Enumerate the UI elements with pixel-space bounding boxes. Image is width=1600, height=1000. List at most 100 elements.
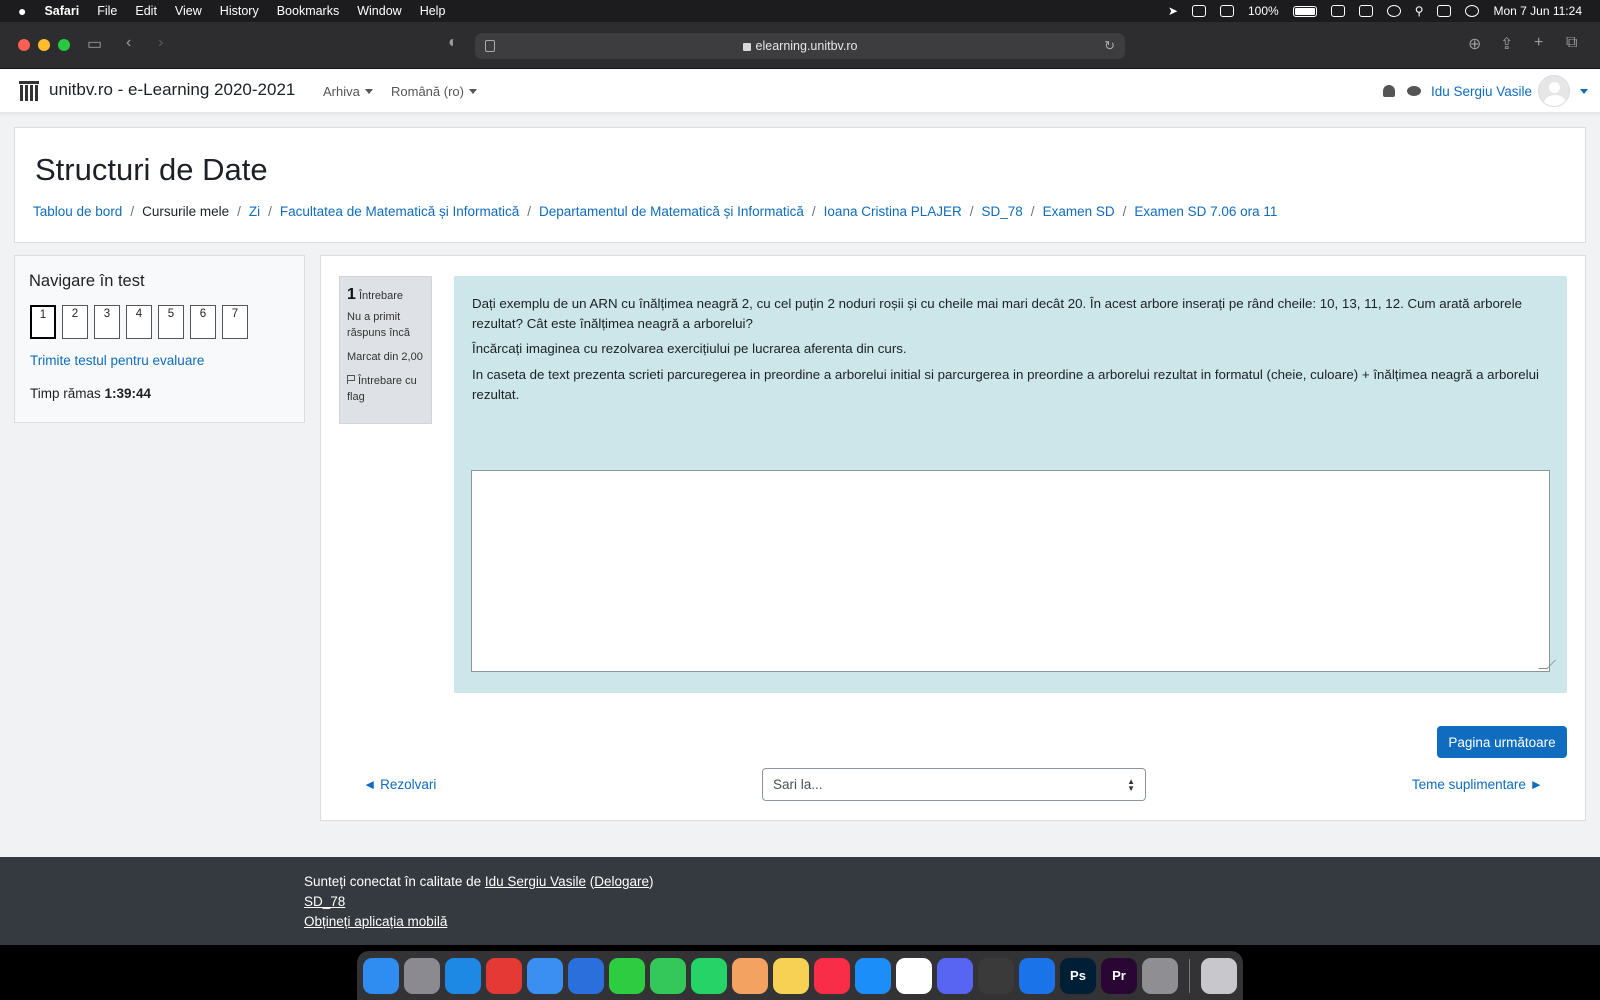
share-icon[interactable]: ⇪ — [1500, 34, 1513, 54]
breadcrumb-teacher[interactable]: Ioana Cristina PLAJER — [824, 204, 962, 219]
page-footer: Sunteți conectat în calitate de Idu Serg… — [0, 857, 1600, 945]
control-center-icon[interactable] — [1437, 5, 1452, 17]
settings-icon[interactable] — [1142, 957, 1178, 994]
question-nav-button[interactable]: 6 — [190, 305, 216, 339]
site-title[interactable]: unitbv.ro - e-Learning 2020-2021 — [49, 80, 295, 100]
photoshop-icon[interactable]: Ps — [1060, 957, 1096, 994]
launchpad-icon[interactable] — [404, 957, 440, 994]
answer-textarea[interactable] — [471, 470, 1550, 672]
messages-chat-icon[interactable] — [1406, 86, 1421, 96]
question-nav-button[interactable]: 5 — [158, 305, 184, 339]
screen-mirroring-icon[interactable] — [1358, 5, 1373, 17]
navigation-icon[interactable] — [568, 957, 604, 994]
question-nav-button[interactable]: 7 — [222, 305, 248, 339]
previous-activity-link[interactable]: ◄ Rezolvari — [363, 777, 436, 792]
discord-icon[interactable] — [937, 957, 973, 994]
privacy-shield-icon[interactable]: ◐ — [448, 34, 458, 52]
breadcrumb-dashboard[interactable]: Tablou de bord — [33, 204, 122, 219]
menu-app-name[interactable]: Safari — [44, 4, 79, 18]
sidebar-toggle-icon[interactable]: ▭ — [87, 34, 102, 54]
quiz-timer: Timp rămas 1:39:44 — [30, 386, 151, 401]
new-tab-icon[interactable]: + — [1534, 34, 1543, 52]
footer-course-link[interactable]: SD_78 — [304, 894, 345, 909]
notes-icon[interactable] — [773, 957, 809, 994]
breadcrumb: Tablou de bord / Cursurile mele / Zi / Facu… — [33, 204, 1278, 219]
question-nav-button[interactable]: 4 — [126, 305, 152, 339]
trash-icon[interactable] — [1201, 957, 1237, 994]
window-controls — [18, 39, 70, 51]
breadcrumb-course[interactable]: SD_78 — [982, 204, 1023, 219]
breadcrumb-quiz[interactable]: Examen SD 7.06 ora 11 — [1134, 204, 1277, 219]
finder-icon[interactable] — [363, 957, 399, 994]
messages-icon[interactable] — [650, 957, 686, 994]
layout-icon[interactable] — [1219, 5, 1234, 17]
user-menu-name[interactable]: Idu Sergiu Vasile — [1431, 84, 1532, 99]
sublime-icon[interactable] — [978, 957, 1014, 994]
xcode-icon[interactable] — [1019, 957, 1055, 994]
zoom-window-button[interactable] — [58, 39, 70, 51]
mail-icon[interactable] — [527, 957, 563, 994]
select-arrows-icon: ▲ ▼ — [1127, 777, 1135, 793]
next-activity-link[interactable]: Teme suplimentare ► — [1412, 777, 1543, 792]
question-nav-button[interactable]: 2 — [62, 305, 88, 339]
finish-attempt-link[interactable]: Trimite testul pentru evaluare — [30, 353, 204, 368]
flag-question-toggle[interactable]: Întrebare cu flag — [347, 374, 424, 406]
breadcrumb-faculty[interactable]: Facultatea de Matematică și Informatică — [280, 204, 519, 219]
mobile-app-link[interactable]: Obțineți aplicația mobilă — [304, 914, 447, 929]
user-switch-icon[interactable] — [1386, 5, 1401, 17]
menu-window[interactable]: Window — [357, 4, 401, 18]
battery-icon[interactable] — [1292, 5, 1317, 17]
menu-edit[interactable]: Edit — [135, 4, 157, 18]
music-icon[interactable] — [814, 957, 850, 994]
premiere-icon[interactable]: Pr — [1101, 957, 1137, 994]
appstore-icon[interactable] — [855, 957, 891, 994]
question-word: Întrebare — [358, 290, 403, 302]
location-icon[interactable]: ➤ — [1168, 4, 1178, 18]
quiz-main-region: 1 Întrebare Nu a primit răspuns încă Mar… — [320, 255, 1586, 821]
address-bar[interactable]: elearning.unitbv.ro ↻ — [475, 33, 1125, 59]
archive-dropdown[interactable]: Arhiva — [323, 84, 373, 99]
avatar[interactable] — [1538, 75, 1570, 107]
footer-user-link[interactable]: Idu Sergiu Vasile — [485, 874, 586, 889]
minimize-window-button[interactable] — [38, 39, 50, 51]
photos-icon[interactable] — [732, 957, 768, 994]
breadcrumb-zi[interactable]: Zi — [249, 204, 260, 219]
breadcrumb-section[interactable]: Examen SD — [1043, 204, 1115, 219]
page-header: Structuri de Date Tablou de bord / Cursur… — [14, 127, 1586, 243]
reload-icon[interactable]: ↻ — [1104, 38, 1115, 54]
facetime-icon[interactable] — [609, 957, 645, 994]
back-icon[interactable]: ‹ — [126, 34, 131, 52]
safari-icon[interactable] — [445, 957, 481, 994]
creative-cloud-icon[interactable] — [1191, 5, 1206, 17]
input-source-icon[interactable] — [1330, 5, 1345, 17]
menu-help[interactable]: Help — [420, 4, 446, 18]
tab-overview-icon[interactable]: ⧉ — [1566, 34, 1577, 52]
university-logo-icon[interactable] — [19, 81, 39, 101]
user-menu-caret-icon[interactable] — [1580, 88, 1588, 94]
close-window-button[interactable] — [18, 39, 30, 51]
jump-to-select[interactable]: Sari la... ▲ ▼ — [762, 768, 1146, 801]
notifications-bell-icon[interactable] — [1382, 85, 1395, 97]
menu-clock[interactable]: Mon 7 Jun 11:24 — [1493, 4, 1582, 18]
breadcrumb-department[interactable]: Departamentul de Matematică și Informati… — [539, 204, 804, 219]
whatsapp-icon[interactable] — [691, 957, 727, 994]
question-nav-button[interactable]: 1 — [30, 305, 56, 339]
login-info: Sunteți conectat în calitate de Idu Serg… — [304, 874, 654, 889]
forward-icon[interactable]: › — [158, 34, 163, 52]
menu-file[interactable]: File — [97, 4, 117, 18]
menu-view[interactable]: View — [175, 4, 202, 18]
downloads-icon[interactable]: ⊕ — [1468, 34, 1481, 54]
menu-bookmarks[interactable]: Bookmarks — [277, 4, 340, 18]
menu-history[interactable]: History — [220, 4, 259, 18]
language-dropdown[interactable]: Română (ro) — [391, 84, 477, 99]
next-page-button[interactable]: Pagina următoare — [1437, 726, 1567, 758]
apple-icon[interactable]: ● — [18, 3, 26, 19]
logout-link[interactable]: Delogare — [594, 874, 649, 889]
slack-icon[interactable] — [896, 957, 932, 994]
question-nav-button[interactable]: 3 — [94, 305, 120, 339]
spotlight-icon[interactable]: ⚲ — [1415, 4, 1424, 18]
siri-icon[interactable] — [1465, 5, 1480, 17]
chrome-icon[interactable] — [486, 957, 522, 994]
reader-icon[interactable] — [485, 40, 495, 52]
quiz-navigation-block: Navigare în test 1 2 3 4 5 6 7 Trimite t… — [14, 255, 305, 423]
